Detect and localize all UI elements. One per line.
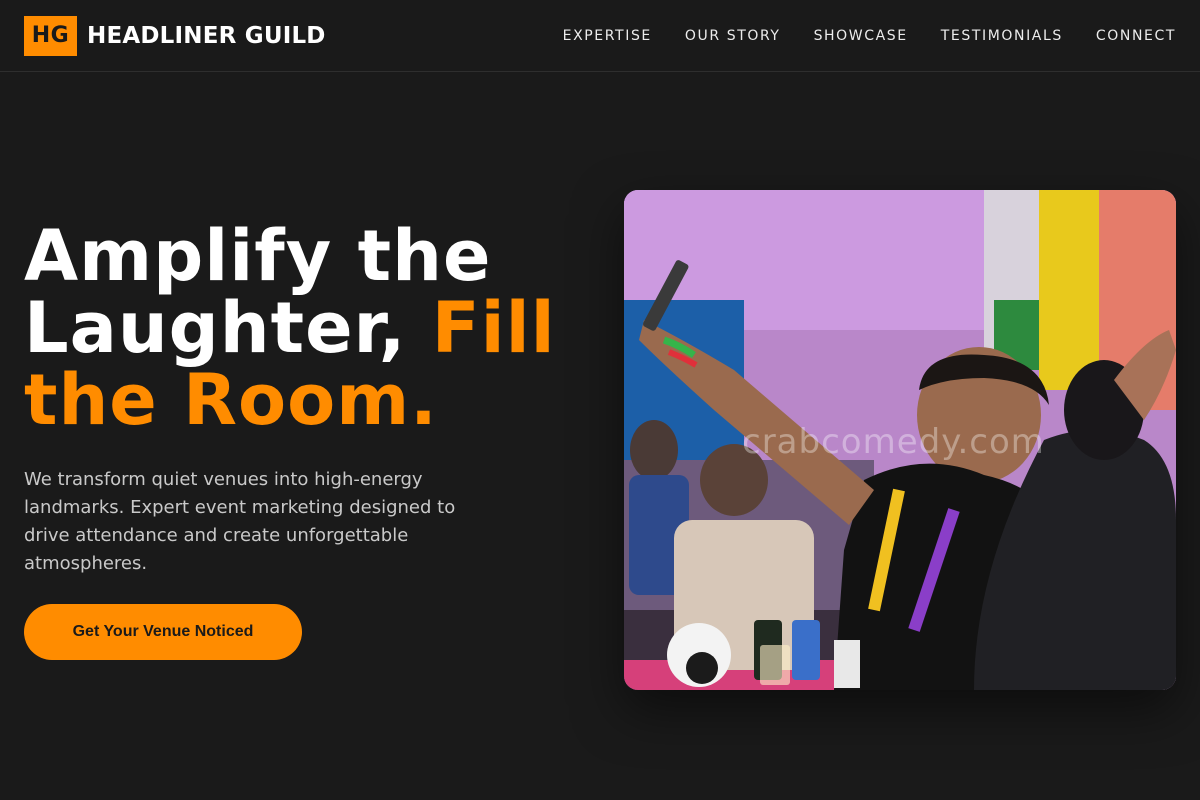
hero-content: Amplify the Laughter, Fill the Room. We …: [24, 220, 584, 578]
headline-line-1: Amplify the: [24, 215, 492, 297]
hero-photo: crabcomedy.com: [624, 190, 1176, 690]
logo-text: HEADLINER GUILD: [87, 22, 326, 49]
hero-subtext: We transform quiet venues into high-ener…: [24, 469, 456, 574]
site-header: HG HEADLINER GUILD EXPERTISE OUR STORY S…: [0, 0, 1200, 72]
headline-accent-1: Fill: [431, 287, 556, 369]
main-nav: EXPERTISE OUR STORY SHOWCASE TESTIMONIAL…: [563, 28, 1176, 44]
nav-link-testimonials[interactable]: TESTIMONIALS: [941, 28, 1063, 44]
nav-link-connect[interactable]: CONNECT: [1096, 28, 1176, 44]
logo-mark: HG: [24, 15, 77, 56]
hero-headline: Amplify the Laughter, Fill the Room.: [24, 220, 584, 436]
headline-line-2: Laughter,: [24, 287, 407, 369]
nav-link-expertise[interactable]: EXPERTISE: [563, 28, 652, 44]
logo[interactable]: HG HEADLINER GUILD: [24, 15, 326, 56]
nav-link-showcase[interactable]: SHOWCASE: [814, 28, 908, 44]
image-watermark: crabcomedy.com: [742, 422, 1045, 462]
nav-link-our-story[interactable]: OUR STORY: [685, 28, 781, 44]
get-venue-noticed-button[interactable]: Get Your Venue Noticed: [24, 604, 302, 660]
headline-accent-2: the Room.: [24, 359, 438, 441]
